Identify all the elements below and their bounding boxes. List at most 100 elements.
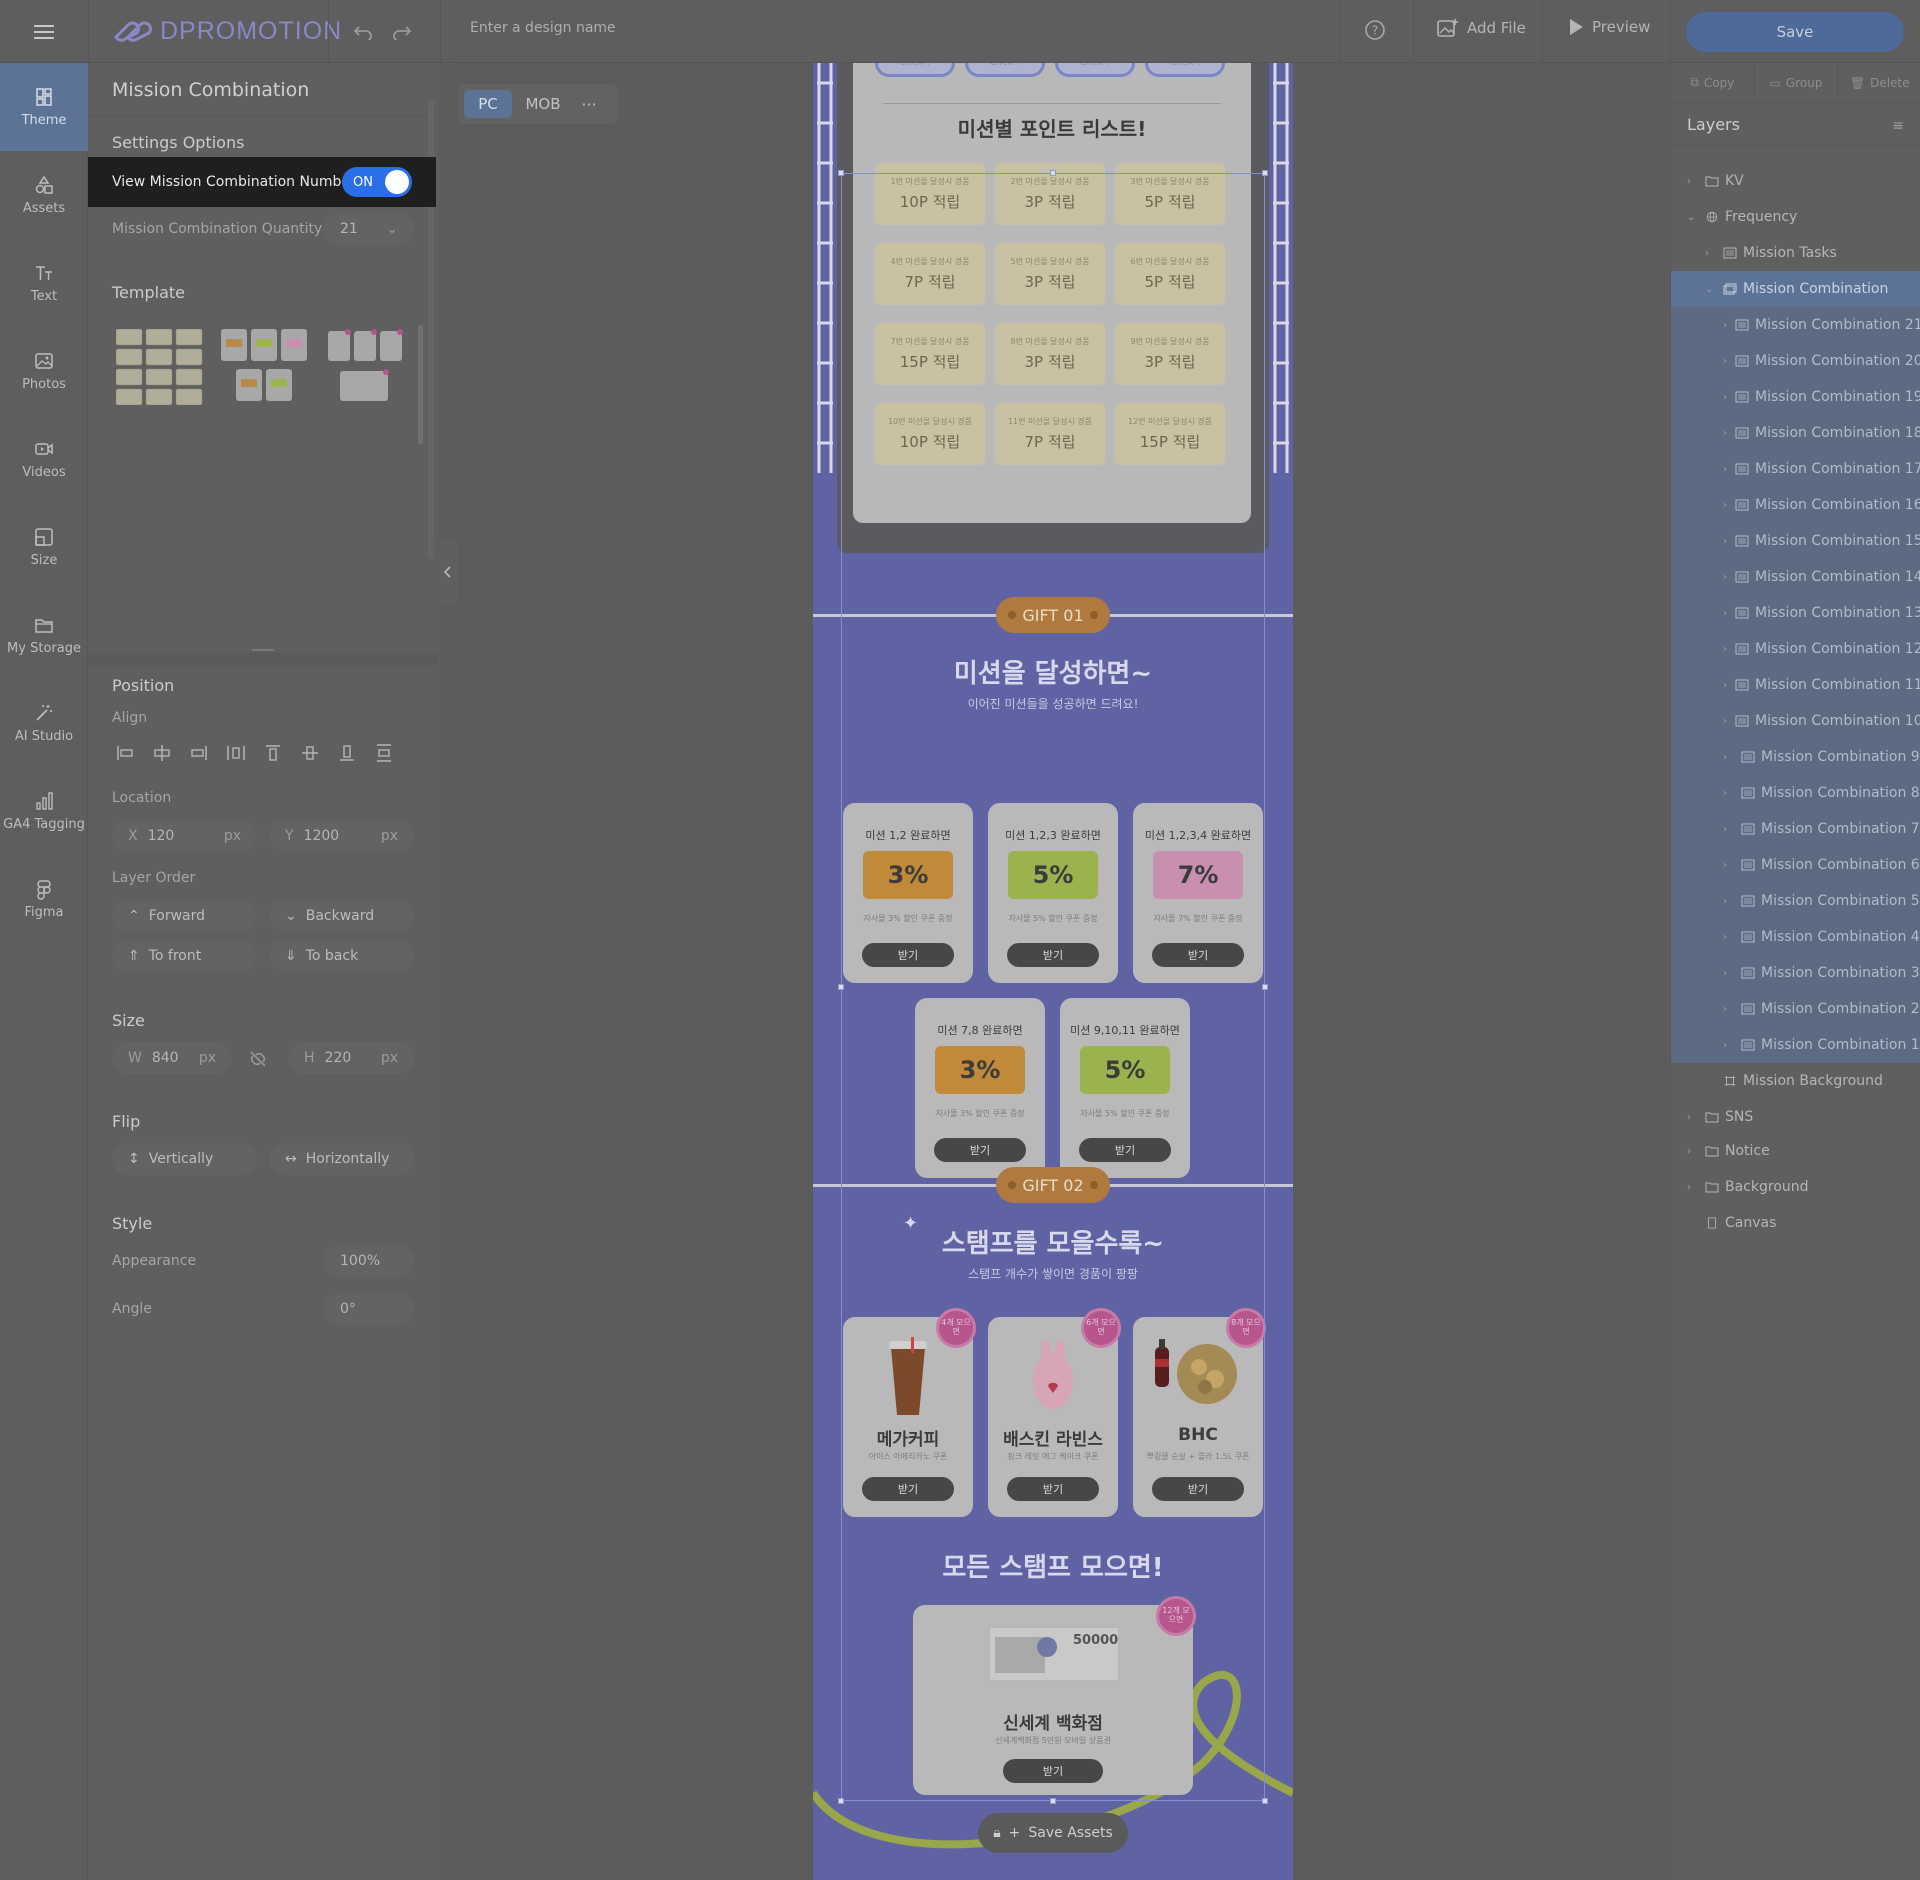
view-mission-number-toggle[interactable]: ON	[342, 167, 412, 197]
chevron-right-icon[interactable]: ›	[1723, 932, 1733, 943]
layer-row[interactable]: Mission Background	[1671, 1063, 1920, 1099]
help-icon[interactable]: ?	[1363, 18, 1391, 46]
rail-item-figma[interactable]: Figma	[0, 855, 88, 943]
more-options-icon[interactable]: ···	[574, 95, 604, 114]
save-assets-button[interactable]: 🔒︎ + Save Assets	[978, 1813, 1128, 1853]
mission-point-box[interactable]: 8번 미션을 달성시 경품 3P 적립	[995, 323, 1105, 385]
chevron-right-icon[interactable]: ›	[1723, 680, 1727, 691]
height-input[interactable]: H 220 px	[288, 1042, 414, 1074]
x-position-input[interactable]: X 120 px	[112, 820, 257, 852]
distribute-v-icon[interactable]	[371, 740, 396, 765]
collapse-all-icon[interactable]: ≡	[1892, 118, 1904, 134]
rail-item-my-storage[interactable]: My Storage	[0, 591, 88, 679]
mission-point-box[interactable]: 5번 미션을 달성시 경품 3P 적립	[995, 243, 1105, 305]
resize-handle[interactable]	[1262, 1798, 1268, 1804]
group-button[interactable]: ▭ Group	[1755, 62, 1839, 103]
coupon-card[interactable]: 미션 7,8 완료하면 3% 자사몰 3% 할인 쿠폰 증정 받기	[915, 998, 1045, 1178]
layer-row[interactable]: › Background	[1671, 1169, 1920, 1205]
delete-button[interactable]: 🗑︎ Delete	[1838, 63, 1920, 103]
layer-row[interactable]: › Mission Combination 19	[1671, 379, 1920, 415]
align-left-icon[interactable]	[112, 740, 137, 765]
resize-handle[interactable]	[838, 170, 844, 176]
layer-row[interactable]: › Mission Combination 2	[1671, 991, 1920, 1027]
layer-row[interactable]: › Mission Combination 10	[1671, 703, 1920, 739]
rail-item-theme[interactable]: Theme	[0, 63, 88, 151]
layer-row[interactable]: ⌄ Mission Combination	[1671, 271, 1920, 307]
claim-button[interactable]: 받기	[1152, 943, 1244, 967]
chevron-down-icon[interactable]: ⌄	[1687, 212, 1697, 223]
layer-row[interactable]: › Mission Combination 11	[1671, 667, 1920, 703]
click-pill[interactable]: Click !	[1145, 63, 1225, 77]
layer-row[interactable]: › KV	[1671, 163, 1920, 199]
layer-row[interactable]: › Mission Combination 21	[1671, 307, 1920, 343]
layer-row[interactable]: › Mission Combination 14	[1671, 559, 1920, 595]
rail-item-size[interactable]: Size	[0, 503, 88, 591]
chevron-right-icon[interactable]: ›	[1687, 1146, 1697, 1157]
device-pc-tab[interactable]: PC	[464, 90, 512, 118]
mission-point-box[interactable]: 9번 미션을 달성시 경품 3P 적립	[1115, 323, 1225, 385]
layer-row[interactable]: › Mission Combination 12	[1671, 631, 1920, 667]
resize-handle[interactable]	[838, 1798, 844, 1804]
resize-handle[interactable]	[1262, 984, 1268, 990]
chevron-right-icon[interactable]: ›	[1723, 860, 1733, 871]
chevron-right-icon[interactable]: ›	[1723, 788, 1733, 799]
claim-button[interactable]: 받기	[1007, 1477, 1099, 1501]
mission-point-box[interactable]: 12번 미션을 달성시 경품 15P 적립	[1115, 403, 1225, 465]
align-top-icon[interactable]	[260, 740, 285, 765]
rail-item-ga4-tagging[interactable]: GA4 Tagging	[0, 767, 88, 855]
chevron-right-icon[interactable]: ›	[1723, 536, 1727, 547]
device-mob-tab[interactable]: MOB	[518, 90, 568, 118]
preview-button[interactable]: Preview	[1568, 18, 1650, 36]
resize-handle[interactable]	[252, 649, 274, 651]
to-front-button[interactable]: ⇑ To front	[112, 940, 257, 972]
chevron-right-icon[interactable]: ›	[1723, 464, 1727, 475]
width-input[interactable]: W 840 px	[112, 1042, 232, 1074]
layer-row[interactable]: › Mission Combination 3	[1671, 955, 1920, 991]
claim-button[interactable]: 받기	[1152, 1477, 1244, 1501]
chevron-right-icon[interactable]: ›	[1723, 896, 1733, 907]
mission-list-card[interactable]: Click ! Click ! Click ! Click ! 미션별 포인트 …	[853, 63, 1251, 523]
y-position-input[interactable]: Y 1200 px	[269, 820, 414, 852]
chevron-right-icon[interactable]: ›	[1723, 500, 1727, 511]
mission-point-box[interactable]: 7번 미션을 달성시 경품 15P 적립	[875, 323, 985, 385]
layer-row[interactable]: › Notice	[1671, 1133, 1920, 1169]
chevron-right-icon[interactable]: ›	[1687, 1112, 1697, 1123]
save-button[interactable]: Save	[1686, 12, 1904, 52]
app-logo[interactable]: DPROMOTION	[110, 16, 342, 46]
chevron-right-icon[interactable]: ›	[1723, 1040, 1733, 1051]
layer-row[interactable]: › Mission Combination 17	[1671, 451, 1920, 487]
chevron-right-icon[interactable]: ›	[1723, 572, 1727, 583]
design-name-input[interactable]: Enter a design name	[470, 20, 616, 36]
chevron-right-icon[interactable]: ›	[1687, 176, 1697, 187]
backward-button[interactable]: ⌄ Backward	[269, 900, 414, 932]
layer-row[interactable]: › Mission Combination 1	[1671, 1027, 1920, 1063]
chevron-down-icon[interactable]: ⌄	[1705, 284, 1715, 295]
add-file-button[interactable]: Add File	[1437, 18, 1526, 38]
layer-row[interactable]: ⌄ Frequency	[1671, 199, 1920, 235]
layer-row[interactable]: › Mission Tasks	[1671, 235, 1920, 271]
layer-row[interactable]: › Mission Combination 20	[1671, 343, 1920, 379]
mission-point-box[interactable]: 10번 미션을 달성시 경품 10P 적립	[875, 403, 985, 465]
mission-point-box[interactable]: 11번 미션을 달성시 경품 7P 적립	[995, 403, 1105, 465]
chevron-right-icon[interactable]: ›	[1723, 968, 1733, 979]
rail-item-text[interactable]: Text	[0, 239, 88, 327]
chevron-right-icon[interactable]: ›	[1723, 716, 1727, 727]
click-pill[interactable]: Click !	[1055, 63, 1135, 77]
rail-item-ai-studio[interactable]: AI Studio	[0, 679, 88, 767]
template-scrollbar-thumb[interactable]	[418, 325, 423, 445]
align-bottom-icon[interactable]	[334, 740, 359, 765]
chevron-right-icon[interactable]: ›	[1723, 824, 1733, 835]
click-pill[interactable]: Click !	[875, 63, 955, 77]
chevron-right-icon[interactable]: ›	[1705, 248, 1715, 259]
layer-row[interactable]: › Mission Combination 13	[1671, 595, 1920, 631]
chevron-right-icon[interactable]: ›	[1687, 1182, 1697, 1193]
align-center-h-icon[interactable]	[149, 740, 174, 765]
align-right-icon[interactable]	[186, 740, 211, 765]
forward-button[interactable]: ⌃ Forward	[112, 900, 257, 932]
layer-row[interactable]: › Mission Combination 18	[1671, 415, 1920, 451]
resize-handle[interactable]	[1262, 170, 1268, 176]
claim-button[interactable]: 받기	[862, 1477, 954, 1501]
flip-horizontal-button[interactable]: ↔ Horizontally	[269, 1143, 414, 1175]
click-pill[interactable]: Click !	[965, 63, 1045, 77]
layer-row[interactable]: › Mission Combination 4	[1671, 919, 1920, 955]
